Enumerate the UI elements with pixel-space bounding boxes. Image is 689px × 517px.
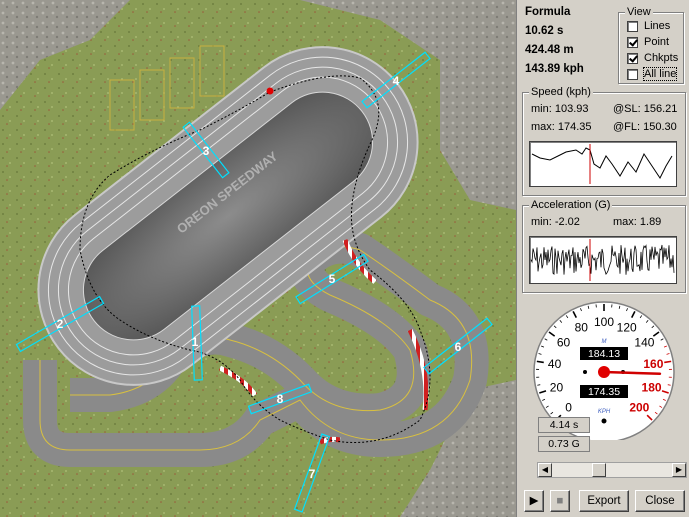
svg-text:2: 2 bbox=[57, 317, 64, 331]
acceleration-group-title: Acceleration (G) bbox=[529, 199, 613, 211]
time-value: 10.62 s bbox=[525, 25, 564, 37]
timeline-scrollbar[interactable]: ◀ ▶ bbox=[537, 462, 687, 478]
needle-hub bbox=[598, 366, 610, 378]
speed-graph[interactable] bbox=[529, 141, 677, 187]
chkpts-checkbox[interactable]: Chkpts bbox=[627, 51, 678, 65]
accel-min: min: -2.02 bbox=[531, 216, 580, 228]
speed-needle bbox=[602, 370, 662, 376]
gauge-tick-label: 100 bbox=[594, 315, 614, 329]
lap-time-field: 4.14 s bbox=[538, 417, 590, 433]
gauge-tick-label: 80 bbox=[575, 320, 589, 334]
speed-max: max: 174.35 bbox=[531, 121, 592, 133]
svg-text:1: 1 bbox=[192, 335, 199, 349]
point-checkbox-box[interactable] bbox=[627, 36, 638, 48]
speed-min: min: 103.93 bbox=[531, 103, 589, 115]
side-panel: Formula 10.62 s 424.48 m 143.89 kph View… bbox=[516, 0, 689, 517]
speed-value: 143.89 kph bbox=[525, 63, 584, 75]
view-group-title: View bbox=[625, 6, 653, 18]
gauge-tick-label: 160 bbox=[643, 357, 663, 371]
close-button[interactable]: Close bbox=[635, 490, 685, 512]
speed-at-fl: @FL: 150.30 bbox=[613, 121, 677, 133]
speed-group: Speed (kph) min: 103.93 @SL: 156.21 max:… bbox=[522, 86, 686, 196]
acceleration-graph[interactable] bbox=[529, 236, 677, 284]
gauge-tick-label: 180 bbox=[642, 380, 662, 394]
svg-text:3: 3 bbox=[203, 144, 210, 158]
chkpts-label: Chkpts bbox=[644, 52, 679, 64]
lines-checkbox-box[interactable] bbox=[627, 20, 638, 32]
lines-checkbox[interactable]: Lines bbox=[627, 19, 670, 33]
point-label: Point bbox=[644, 36, 670, 48]
svg-text:8: 8 bbox=[277, 392, 284, 406]
scroll-right-button[interactable]: ▶ bbox=[672, 463, 686, 477]
all-line-checkbox[interactable]: All line bbox=[627, 67, 678, 81]
gauge-top-readout: 184.13 bbox=[588, 348, 620, 360]
all-line-label: All line bbox=[642, 67, 678, 81]
svg-text:7: 7 bbox=[309, 467, 316, 481]
scroll-left-button[interactable]: ◀ bbox=[538, 463, 552, 477]
stop-button[interactable]: ■ bbox=[550, 490, 570, 512]
gauge-unit: KPH bbox=[598, 409, 611, 415]
g-force-field: 0.73 G bbox=[538, 436, 590, 452]
scroll-thumb[interactable] bbox=[592, 463, 606, 477]
gauge-tick-label: 60 bbox=[557, 336, 571, 350]
gauge-tick bbox=[664, 360, 672, 364]
lines-label: Lines bbox=[644, 20, 671, 32]
gauge-unit-small: M bbox=[602, 339, 607, 345]
svg-text:5: 5 bbox=[329, 272, 336, 286]
gauge-tick-label: 120 bbox=[617, 320, 637, 334]
svg-text:6: 6 bbox=[455, 340, 462, 354]
gauge-tick-label: 40 bbox=[548, 357, 562, 371]
gauge-tick-label: 20 bbox=[550, 380, 564, 394]
gauge-tick bbox=[536, 360, 544, 364]
speed-group-title: Speed (kph) bbox=[529, 86, 593, 98]
all-line-checkbox-box[interactable] bbox=[627, 68, 638, 80]
view-group: View Lines Point Chkpts All line bbox=[618, 6, 684, 84]
gauge-tick-label: 200 bbox=[629, 400, 649, 414]
play-button[interactable]: ▶ bbox=[524, 490, 544, 512]
gauge-bottom-readout: 174.35 bbox=[588, 386, 620, 398]
distance-value: 424.48 m bbox=[525, 44, 574, 56]
chkpts-checkbox-box[interactable] bbox=[627, 52, 638, 64]
car-name: Formula bbox=[525, 6, 571, 18]
svg-text:4: 4 bbox=[393, 74, 400, 88]
gauge-tick-label: 140 bbox=[634, 336, 654, 350]
car-position-marker[interactable] bbox=[266, 87, 274, 95]
speed-at-sl: @SL: 156.21 bbox=[613, 103, 678, 115]
acceleration-group: Acceleration (G) min: -2.02 max: 1.89 bbox=[522, 199, 686, 293]
gauge-tick-label: 0 bbox=[565, 400, 572, 414]
track-map[interactable]: OREON SPEEDWAY 1 2 3 4 5 6 7 8 bbox=[0, 0, 516, 517]
accel-max: max: 1.89 bbox=[613, 216, 662, 228]
point-checkbox[interactable]: Point bbox=[627, 35, 669, 49]
export-button[interactable]: Export bbox=[579, 490, 629, 512]
